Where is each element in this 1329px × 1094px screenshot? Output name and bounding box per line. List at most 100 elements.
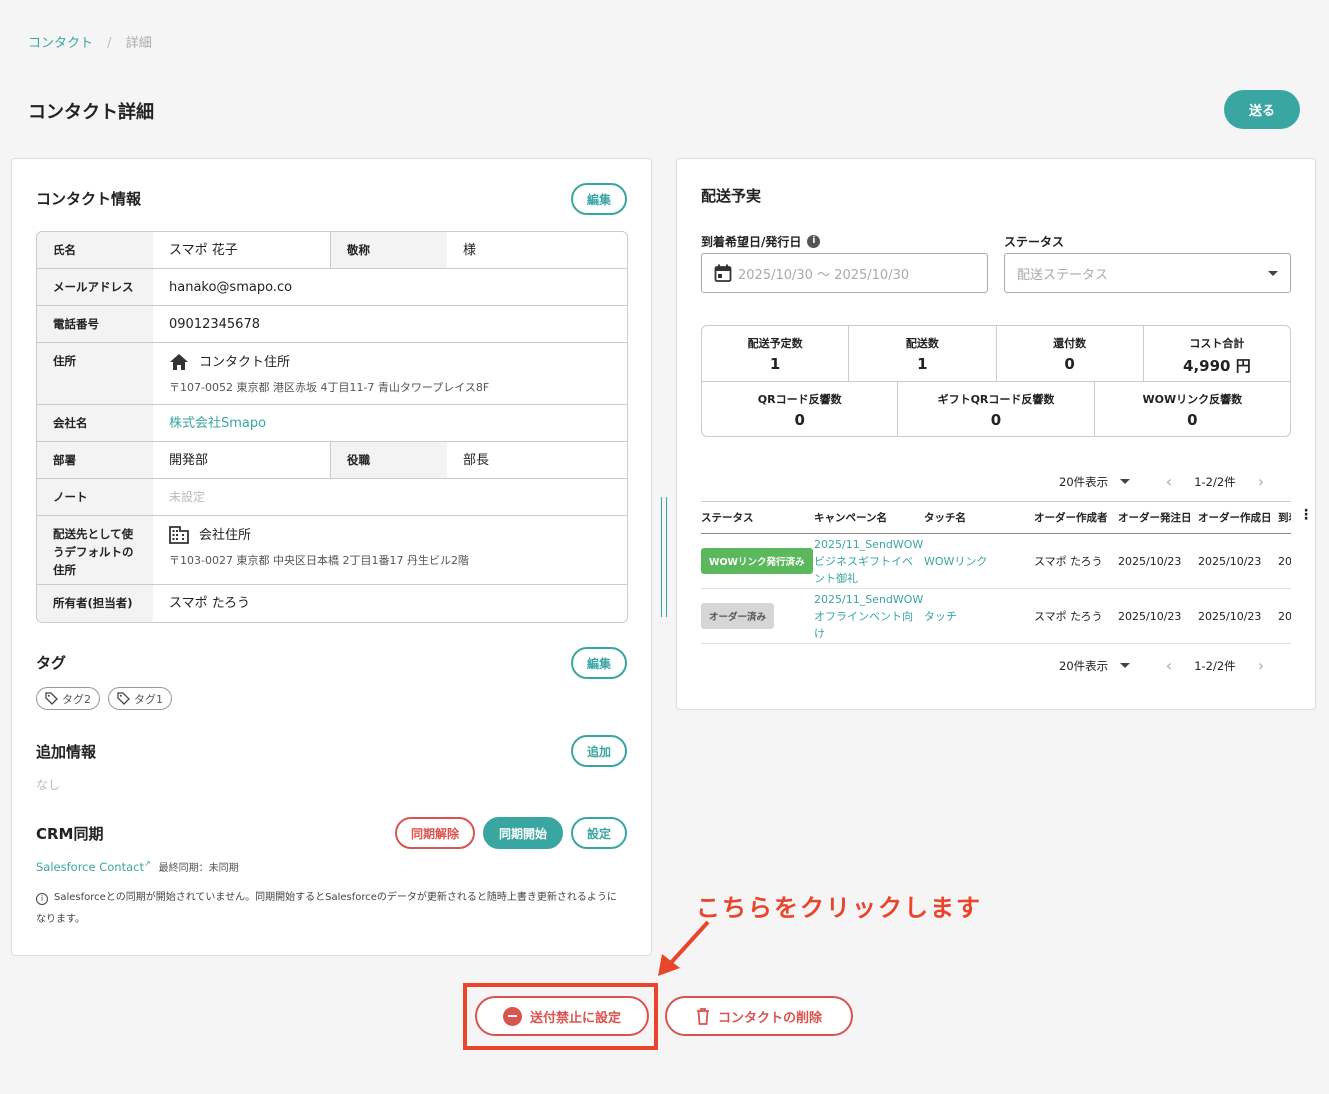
breadcrumb: コンタクト / 詳細	[28, 32, 152, 51]
position-label: 役職	[331, 442, 447, 478]
stat-value: 4,990 円	[1183, 357, 1251, 375]
send-button[interactable]: 送る	[1224, 90, 1300, 129]
stat-cell: 配送予定数 1	[702, 326, 848, 381]
touch-link[interactable]: タッチ	[924, 608, 1034, 624]
order-created-date: 2025/10/23	[1198, 554, 1262, 568]
block-sending-label: 送付禁止に設定	[529, 1009, 621, 1025]
per-page-select[interactable]: 20件表示	[1059, 658, 1130, 674]
row-dept: 部署 開発部 役職 部長	[37, 442, 627, 479]
position-value: 部長	[463, 453, 490, 468]
column-header: オーダー作成者	[1034, 512, 1108, 524]
owner-value: スマポ たろう	[169, 596, 250, 611]
building-icon	[169, 526, 189, 544]
stat-cell: WOWリンク反響数 0	[1093, 382, 1290, 436]
status-placeholder: 配送ステータス	[1017, 267, 1109, 283]
extra-add-button[interactable]: 追加	[571, 735, 627, 767]
row-note: ノート 未設定	[37, 479, 627, 516]
address-value: コンタクト住所 〒107-0052 東京都 港区赤坂 4丁目11-7 青山タワー…	[153, 343, 627, 404]
stat-value: 1	[917, 355, 928, 373]
order-date: 2025/10/23	[1118, 609, 1182, 623]
prev-page-icon[interactable]: ‹	[1166, 472, 1172, 491]
default-address-label: 配送先として使うデフォルトの住所	[37, 516, 153, 584]
crm-notice: i Salesforceとの同期が開始されていません。同期開始するとSalesfo…	[36, 887, 626, 931]
column-header: オーダー作成日	[1198, 512, 1272, 524]
salesforce-link-label: Salesforce Contact	[36, 859, 144, 874]
date-range-input[interactable]: 2025/10/30 〜 2025/10/30	[701, 253, 988, 293]
salesforce-contact-link[interactable]: Salesforce Contact↗	[36, 859, 151, 874]
order-created-date: 2025/10/23	[1198, 609, 1262, 623]
company-link[interactable]: 株式会社Smapo	[153, 405, 627, 441]
next-page-icon[interactable]: ›	[1258, 472, 1264, 491]
status-badge: オーダー済み	[701, 603, 775, 629]
extra-empty-text: なし	[36, 778, 61, 792]
row-owner: 所有者(担当者) スマポ たろう	[37, 585, 627, 622]
note-value: 未設定	[169, 490, 206, 504]
last-sync-text: 最終同期：未同期	[158, 863, 239, 874]
stats-row: 配送予定数 1 配送数 1 還付数 0 コスト合計 4,990 円	[702, 326, 1290, 381]
honorific-label: 敬称	[331, 232, 447, 268]
stat-label: 配送予定数	[747, 337, 803, 350]
name-label: 氏名	[37, 232, 153, 268]
contact-edit-button[interactable]: 編集	[571, 183, 627, 215]
orders-table: ステータス キャンペーン名 タッチ名 オーダー作成者 オーダー発注日 オーダー作…	[701, 501, 1291, 647]
campaign-link[interactable]: 2025/11_SendWOWオフラインベント向け	[814, 591, 924, 642]
crm-sync-start-button[interactable]: 同期開始	[483, 817, 563, 849]
home-icon	[170, 354, 188, 370]
info-icon: i	[36, 893, 48, 905]
status-badge: WOWリンク発行済み	[701, 548, 813, 574]
stat-cell: 還付数 0	[995, 326, 1143, 381]
more-options-icon[interactable]: ⋮	[1299, 508, 1313, 522]
table-row[interactable]: WOWリンク発行済み 2025/11_SendWOWビジネスギフトイベント御礼 …	[701, 534, 1291, 589]
campaign-link[interactable]: 2025/11_SendWOWビジネスギフトイベント御礼	[814, 536, 924, 587]
delete-contact-button[interactable]: コンタクトの削除	[665, 996, 853, 1036]
prev-page-icon[interactable]: ‹	[1166, 656, 1172, 675]
crm-link-row: Salesforce Contact↗ 最終同期：未同期	[36, 859, 239, 874]
annotation-text: こちらをクリックします	[696, 894, 982, 922]
tags-edit-button[interactable]: 編集	[571, 647, 627, 679]
info-icon: i	[807, 235, 821, 248]
next-page-icon[interactable]: ›	[1258, 656, 1264, 675]
stat-label: 還付数	[1053, 337, 1087, 350]
crm-title: CRM同期	[36, 825, 104, 843]
breadcrumb-contact-link[interactable]: コンタクト	[28, 36, 93, 51]
page-range: 1-2/2件	[1194, 658, 1236, 673]
default-address-value: 会社住所 〒103-0027 東京都 中央区日本橋 2丁目1番17 丹生ビル2階	[153, 516, 627, 584]
contact-info-table: 氏名 スマポ 花子 敬称 様 メールアドレス hanako@smapo.co 電…	[36, 231, 628, 623]
annotation-arrow-icon	[658, 920, 710, 976]
status-select[interactable]: 配送ステータス	[1004, 253, 1291, 293]
column-header: 到着	[1278, 512, 1291, 524]
crm-unsync-button[interactable]: 同期解除	[395, 817, 475, 849]
page-title: コンタクト詳細	[28, 102, 154, 123]
order-creator: スマポ たろう	[1034, 610, 1103, 623]
tag-label: タグ2	[62, 692, 91, 706]
table-row[interactable]: オーダー済み 2025/11_SendWOWオフラインベント向け タッチ スマポ…	[701, 589, 1291, 644]
stat-value: 0	[1064, 355, 1075, 373]
trash-icon	[696, 1007, 709, 1025]
email-value: hanako@smapo.co	[169, 280, 293, 295]
delete-contact-label: コンタクトの削除	[717, 1009, 822, 1025]
stat-cell: コスト合計 4,990 円	[1142, 326, 1290, 381]
owner-label: 所有者(担当者)	[37, 585, 153, 622]
external-link-icon: ↗	[143, 859, 151, 869]
shipping-stats: 配送予定数 1 配送数 1 還付数 0 コスト合計 4,990 円 QRコード反響数 0 …	[701, 325, 1291, 437]
touch-link[interactable]: WOWリンク	[924, 553, 1034, 569]
default-address-text: 〒103-0027 東京都 中央区日本橋 2丁目1番17 丹生ビル2階	[169, 554, 469, 567]
dropdown-arrow-icon	[1119, 478, 1130, 484]
order-date: 2025/10/23	[1118, 554, 1182, 568]
crm-settings-button[interactable]: 設定	[571, 817, 627, 849]
email-label: メールアドレス	[37, 269, 153, 305]
note-label: ノート	[37, 479, 153, 515]
block-sending-button[interactable]: 送付禁止に設定	[475, 996, 649, 1036]
minus-circle-icon	[502, 1006, 522, 1026]
dropdown-arrow-icon	[1268, 270, 1278, 276]
phone-value: 09012345678	[169, 317, 260, 332]
breadcrumb-separator: /	[107, 36, 112, 51]
calendar-icon	[714, 264, 732, 282]
per-page-label: 20件表示	[1059, 474, 1109, 489]
panel-resize-handle[interactable]	[661, 497, 667, 617]
breadcrumb-current: 詳細	[125, 36, 152, 51]
per-page-select[interactable]: 20件表示	[1059, 474, 1130, 490]
pagination-bottom: 20件表示 ‹ 1-2/2件 ›	[1059, 656, 1264, 675]
status-filter-label: ステータス	[1004, 235, 1065, 249]
date-range-value: 2025/10/30 〜 2025/10/30	[738, 267, 910, 283]
